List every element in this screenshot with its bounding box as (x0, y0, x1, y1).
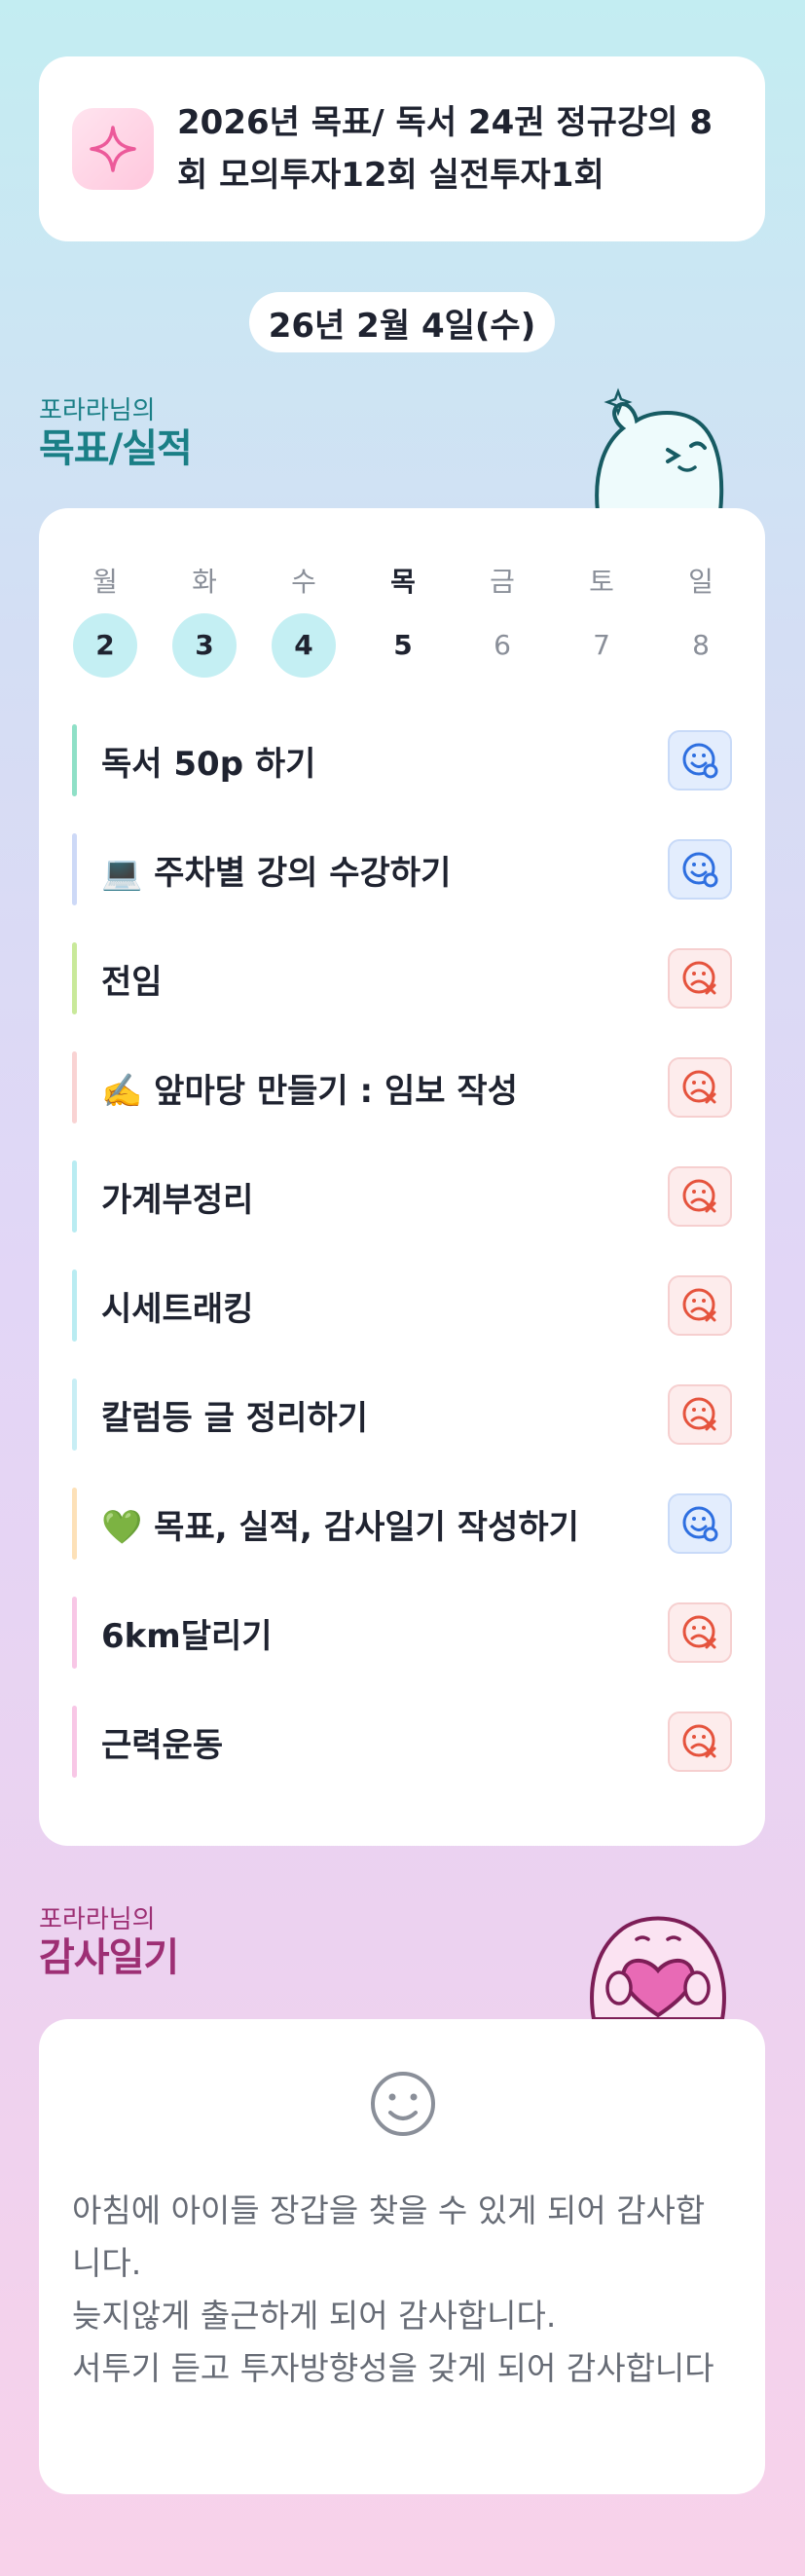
task-missed-icon[interactable] (668, 948, 732, 1009)
task-label: 독서 50p 하기 (101, 744, 316, 784)
task-color-bar (72, 1706, 77, 1778)
task-missed-icon[interactable] (668, 1711, 732, 1772)
day-label: 일 (688, 566, 714, 598)
heart-mascot-illustration (580, 1898, 736, 2023)
day-number: 2 (73, 613, 137, 678)
day-mon[interactable]: 월 2 (72, 563, 138, 678)
day-tue[interactable]: 화 3 (171, 563, 238, 678)
waving-mascot-illustration (584, 386, 730, 516)
day-label: 수 (291, 566, 316, 598)
goals-section-subtitle: 포라라님의 (39, 396, 156, 425)
task-row[interactable]: 시세트래킹 (72, 1270, 732, 1342)
task-row[interactable]: 근력운동 (72, 1706, 732, 1778)
task-label: 가계부정리 (101, 1180, 254, 1220)
task-label: 전임 (101, 962, 163, 1002)
goals-section-title: 목표/실적 (39, 426, 193, 471)
day-number: 7 (593, 629, 610, 661)
day-number: 5 (393, 629, 413, 661)
day-number: 6 (494, 629, 511, 661)
task-row[interactable]: 독서 50p 하기 (72, 724, 732, 796)
day-number: 3 (172, 613, 237, 678)
task-row[interactable]: 칼럼등 글 정리하기 (72, 1379, 732, 1451)
day-number: 4 (272, 613, 336, 678)
task-row[interactable]: 가계부정리 (72, 1160, 732, 1233)
task-label: 💻 주차별 강의 수강하기 (101, 853, 452, 893)
day-label: 금 (490, 566, 515, 598)
annual-goal-card[interactable]: 2026년 목표/ 독서 24권 정규강의 8회 모의투자12회 실전투자1회 (39, 56, 765, 241)
task-missed-icon[interactable] (668, 1602, 732, 1663)
task-color-bar (72, 1051, 77, 1123)
task-done-icon[interactable] (668, 1493, 732, 1554)
task-label: 칼럼등 글 정리하기 (101, 1398, 368, 1438)
task-label: 근력운동 (101, 1725, 224, 1765)
day-label: 화 (192, 566, 217, 598)
task-color-bar (72, 833, 77, 905)
task-label: 6km달리기 (101, 1616, 273, 1656)
task-row[interactable]: 💚 목표, 실적, 감사일기 작성하기 (72, 1488, 732, 1560)
gratitude-text: 아침에 아이들 장갑을 찾을 수 있게 되어 감사합니다. 늦지않게 출근하게 … (72, 2191, 714, 2387)
task-row[interactable]: ✍️ 앞마당 만들기 : 임보 작성 (72, 1051, 732, 1123)
smile-icon (369, 2070, 437, 2142)
goals-tracker-card: 월 2 화 3 수 4 목 5 금 6 토 7 일 8 독서 50p 하기 💻 주… (39, 508, 765, 1846)
task-missed-icon[interactable] (668, 1275, 732, 1336)
task-label: 시세트래킹 (101, 1289, 254, 1329)
task-color-bar (72, 1379, 77, 1451)
annual-goal-text: 2026년 목표/ 독서 24권 정규강의 8회 모의투자12회 실전투자1회 (177, 103, 714, 195)
goals-section-header: 포라라님의 목표/실적 (39, 395, 193, 471)
day-sun[interactable]: 일 8 (668, 563, 734, 678)
day-number: 8 (692, 629, 710, 661)
date-pill[interactable]: 26년 2월 4일(수) (249, 292, 555, 352)
gratitude-section-title: 감사일기 (39, 1935, 179, 1980)
day-wed[interactable]: 수 4 (271, 563, 337, 678)
day-label: 목 (390, 566, 416, 598)
task-missed-icon[interactable] (668, 1057, 732, 1118)
gratitude-card[interactable]: 아침에 아이들 장갑을 찾을 수 있게 되어 감사합니다. 늦지않게 출근하게 … (39, 2019, 765, 2494)
task-color-bar (72, 1597, 77, 1669)
task-color-bar (72, 1270, 77, 1342)
task-row[interactable]: 전임 (72, 942, 732, 1014)
task-missed-icon[interactable] (668, 1166, 732, 1227)
task-row[interactable]: 💻 주차별 강의 수강하기 (72, 833, 732, 905)
task-color-bar (72, 1488, 77, 1560)
task-done-icon[interactable] (668, 730, 732, 791)
day-thu[interactable]: 목 5 (370, 563, 436, 678)
task-label: ✍️ 앞마당 만들기 : 임보 작성 (101, 1071, 518, 1111)
task-color-bar (72, 724, 77, 796)
task-color-bar (72, 942, 77, 1014)
task-row[interactable]: 6km달리기 (72, 1597, 732, 1669)
day-sat[interactable]: 토 7 (568, 563, 635, 678)
day-label: 토 (589, 566, 614, 598)
day-label: 월 (92, 566, 118, 598)
task-done-icon[interactable] (668, 839, 732, 900)
gratitude-section-header: 포라라님의 감사일기 (39, 1904, 179, 1980)
task-color-bar (72, 1160, 77, 1233)
gratitude-section-subtitle: 포라라님의 (39, 1905, 156, 1934)
day-fri[interactable]: 금 6 (469, 563, 535, 678)
task-missed-icon[interactable] (668, 1384, 732, 1445)
task-label: 💚 목표, 실적, 감사일기 작성하기 (101, 1507, 579, 1547)
sparkle-icon (72, 108, 154, 190)
